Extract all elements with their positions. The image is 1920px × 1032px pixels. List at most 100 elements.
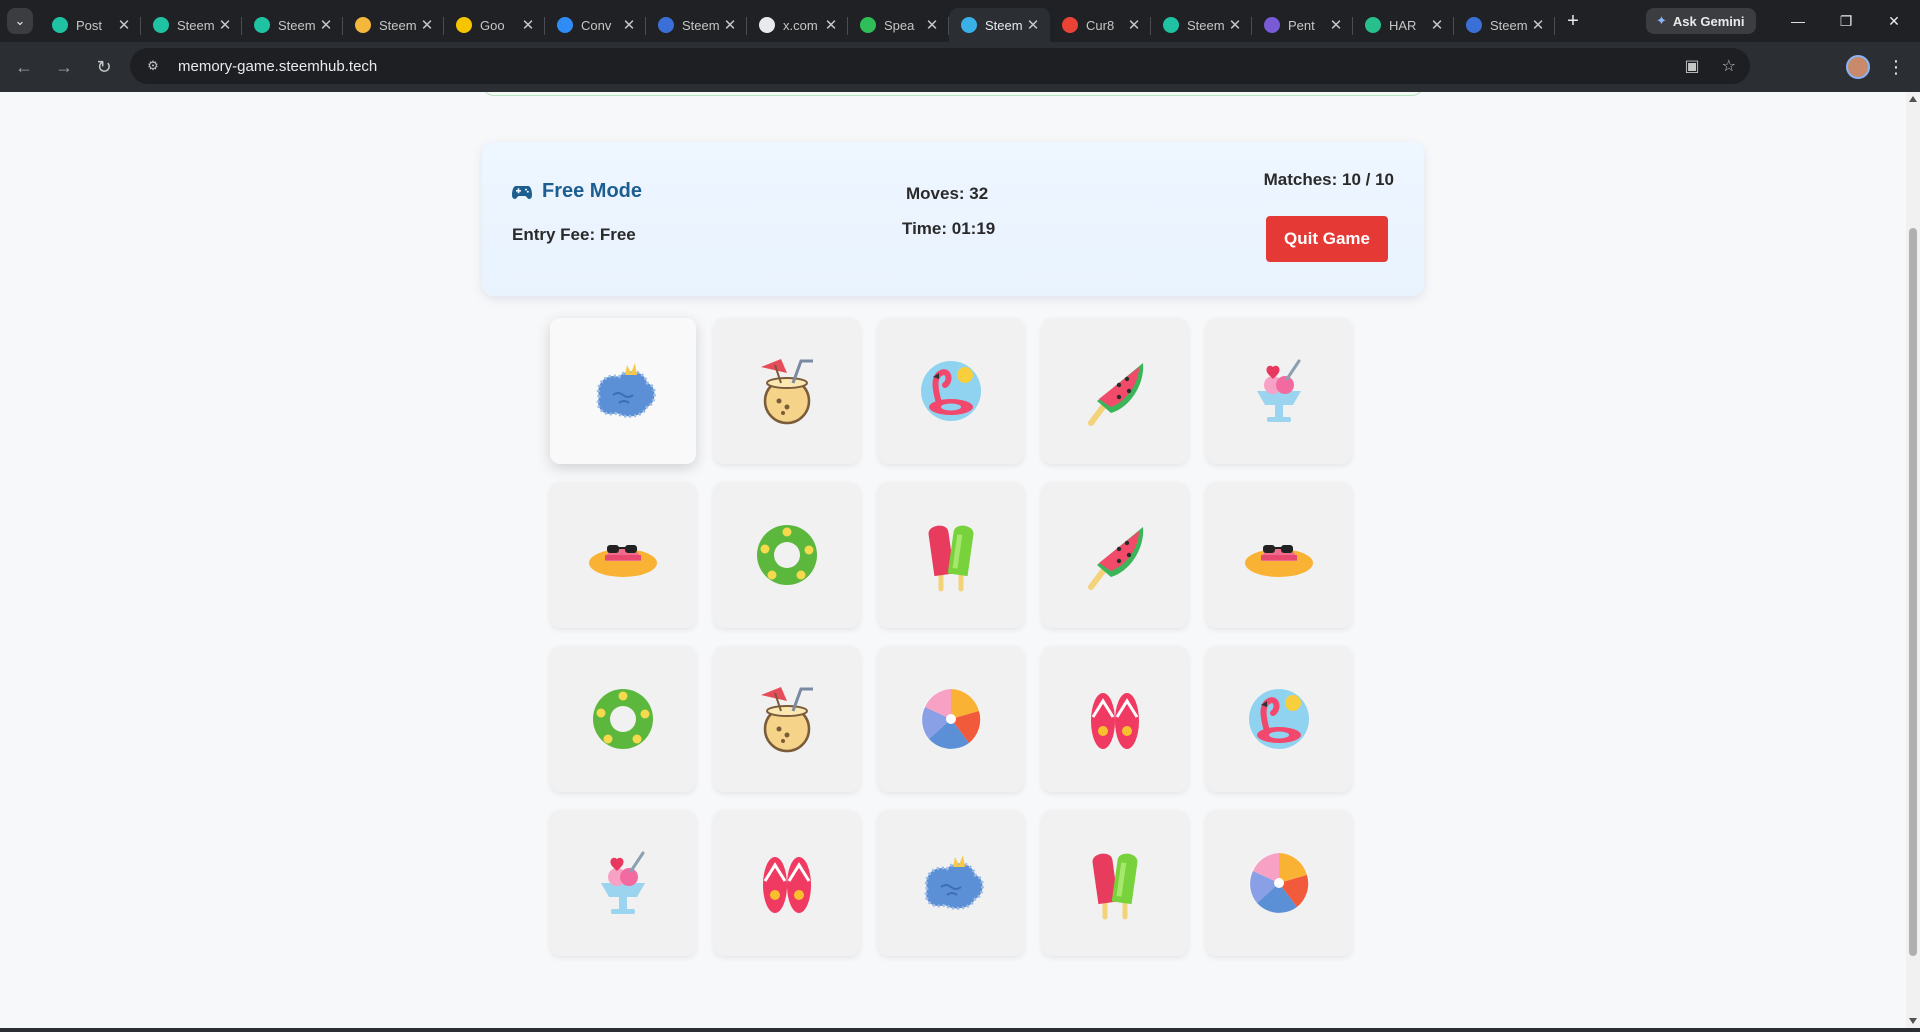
moves-counter: Moves: 32 — [906, 184, 989, 203]
restore-icon: ❐ — [1839, 12, 1853, 29]
memory-card[interactable] — [550, 318, 696, 464]
address-bar[interactable]: ⚙ memory-game.steemhub.tech ▣ ☆ — [130, 48, 1750, 84]
memory-card[interactable] — [714, 646, 860, 792]
site-info-icon[interactable]: ⚙ — [140, 53, 166, 79]
tab-close-icon[interactable]: ✕ — [1125, 16, 1143, 34]
tab-title: Goo — [480, 17, 505, 33]
pool-splash-icon — [924, 855, 984, 910]
ice-cream-sundae-icon — [1257, 359, 1301, 422]
memory-card-grid — [550, 318, 1352, 956]
browser-tab[interactable]: HAR ✕ — [1353, 8, 1454, 42]
tab-search-button[interactable]: ⌄ — [0, 0, 40, 42]
memory-card[interactable] — [878, 810, 1024, 956]
tab-favicon-icon — [759, 17, 775, 33]
ice-cream-sundae-icon — [601, 851, 645, 914]
browser-tab[interactable]: Conv ✕ — [545, 8, 646, 42]
plus-icon: + — [1567, 9, 1579, 32]
ask-gemini-button[interactable]: ✦ Ask Gemini — [1646, 8, 1757, 34]
profile-avatar[interactable] — [1846, 55, 1870, 79]
memory-card[interactable] — [550, 482, 696, 628]
browser-tab[interactable]: Steem ✕ — [646, 8, 747, 42]
memory-card[interactable] — [714, 810, 860, 956]
tab-favicon-icon — [658, 17, 674, 33]
browser-menu-icon[interactable]: ⋮ — [1884, 55, 1908, 79]
tab-favicon-icon — [1365, 17, 1381, 33]
tab-title: Conv — [581, 17, 612, 33]
close-window-button[interactable]: ✕ — [1870, 0, 1918, 42]
memory-card[interactable] — [550, 646, 696, 792]
flamingo-float-icon — [921, 361, 981, 421]
browser-tab[interactable]: Steem ✕ — [141, 8, 242, 42]
scroll-down-arrow-icon[interactable] — [1909, 1018, 1917, 1024]
memory-card[interactable] — [1042, 646, 1188, 792]
flamingo-float-icon — [1249, 689, 1309, 749]
tab-close-icon[interactable]: ✕ — [721, 16, 739, 34]
memory-card[interactable] — [714, 318, 860, 464]
popsicles-icon — [928, 525, 974, 592]
browser-tab[interactable]: Cur8 ✕ — [1050, 8, 1151, 42]
memory-card[interactable] — [1206, 482, 1352, 628]
memory-card[interactable] — [714, 482, 860, 628]
sun-hat-icon — [1245, 545, 1313, 577]
tab-favicon-icon — [1466, 17, 1482, 33]
browser-tab[interactable]: Pent ✕ — [1252, 8, 1353, 42]
reload-button[interactable]: ↻ — [84, 47, 124, 87]
bookmark-star-icon[interactable]: ☆ — [1722, 56, 1736, 76]
flip-flops-icon — [1091, 693, 1139, 749]
page-scrollbar[interactable] — [1906, 92, 1920, 1028]
tab-favicon-icon — [860, 17, 876, 33]
install-app-icon[interactable]: ▣ — [1685, 56, 1700, 76]
tab-favicon-icon — [1264, 17, 1280, 33]
tab-close-icon[interactable]: ✕ — [418, 16, 436, 34]
browser-tab[interactable]: Post ✕ — [40, 8, 141, 42]
browser-tab[interactable]: Goo ✕ — [444, 8, 545, 42]
memory-card[interactable] — [1042, 318, 1188, 464]
memory-card[interactable] — [1206, 318, 1352, 464]
tab-close-icon[interactable]: ✕ — [822, 16, 840, 34]
tab-title: Spea — [884, 17, 915, 33]
minimize-button[interactable]: — — [1774, 0, 1822, 42]
tab-close-icon[interactable]: ✕ — [620, 16, 638, 34]
memory-card[interactable] — [1206, 646, 1352, 792]
beach-ball-icon — [1249, 853, 1309, 913]
browser-tab[interactable]: Steem ✕ — [949, 8, 1050, 42]
watermelon-popsicle-icon — [1088, 527, 1144, 590]
memory-card[interactable] — [878, 482, 1024, 628]
browser-tab[interactable]: Steem ✕ — [1151, 8, 1252, 42]
tab-title: Cur8 — [1086, 17, 1115, 33]
forward-button[interactable]: → — [44, 47, 84, 87]
restore-button[interactable]: ❐ — [1822, 0, 1870, 42]
tab-close-icon[interactable]: ✕ — [115, 16, 133, 34]
memory-card[interactable] — [1042, 482, 1188, 628]
tab-close-icon[interactable]: ✕ — [1226, 16, 1244, 34]
tab-close-icon[interactable]: ✕ — [519, 16, 537, 34]
memory-card[interactable] — [878, 318, 1024, 464]
tab-close-icon[interactable]: ✕ — [1327, 16, 1345, 34]
memory-card[interactable] — [1042, 810, 1188, 956]
tab-title: Steem — [278, 17, 316, 33]
memory-card[interactable] — [1206, 810, 1352, 956]
scrollbar-thumb[interactable] — [1909, 228, 1917, 956]
tab-close-icon[interactable]: ✕ — [317, 16, 335, 34]
browser-tab[interactable]: x.com ✕ — [747, 8, 848, 42]
browser-tab[interactable]: Steem ✕ — [343, 8, 444, 42]
browser-tab[interactable]: Steem ✕ — [1454, 8, 1555, 42]
browser-tab[interactable]: Spea ✕ — [848, 8, 949, 42]
tab-title: Steem — [1187, 17, 1225, 33]
tab-list: Post ✕ Steem ✕ Steem ✕ Steem ✕ Goo ✕ Conv ✕ Steem ✕ x.… — [40, 0, 1555, 42]
tab-close-icon[interactable]: ✕ — [1529, 16, 1547, 34]
browser-tab[interactable]: Steem ✕ — [242, 8, 343, 42]
tab-close-icon[interactable]: ✕ — [1024, 16, 1042, 34]
quit-game-button[interactable]: Quit Game — [1266, 216, 1388, 262]
scroll-up-arrow-icon[interactable] — [1909, 96, 1917, 102]
tab-title: Post — [76, 17, 103, 33]
new-tab-button[interactable]: + — [1555, 0, 1591, 42]
tab-close-icon[interactable]: ✕ — [923, 16, 941, 34]
tab-close-icon[interactable]: ✕ — [216, 16, 234, 34]
back-button[interactable]: ← — [4, 47, 44, 87]
tab-close-icon[interactable]: ✕ — [1428, 16, 1446, 34]
chevron-down-icon: ⌄ — [7, 8, 33, 34]
arrow-right-icon: → — [55, 56, 73, 77]
memory-card[interactable] — [878, 646, 1024, 792]
memory-card[interactable] — [550, 810, 696, 956]
